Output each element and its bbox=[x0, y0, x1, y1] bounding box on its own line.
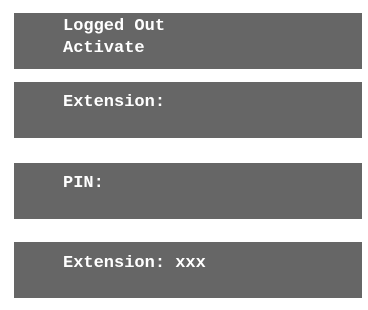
phone-display-pin-prompt: PIN: bbox=[14, 163, 362, 219]
display-line-softkey-activate: Activate bbox=[63, 39, 145, 58]
phone-display-extension-entered: Extension: xxx bbox=[14, 242, 362, 298]
phone-display-extension-prompt: Extension: bbox=[14, 82, 362, 138]
display-line-pin-label: PIN: bbox=[63, 174, 104, 193]
display-line-extension-value: Extension: xxx bbox=[63, 254, 206, 273]
phone-display-logged-out: Logged Out Activate bbox=[14, 13, 362, 69]
display-line-status: Logged Out bbox=[63, 17, 166, 36]
display-line-extension-label: Extension: bbox=[63, 93, 166, 112]
